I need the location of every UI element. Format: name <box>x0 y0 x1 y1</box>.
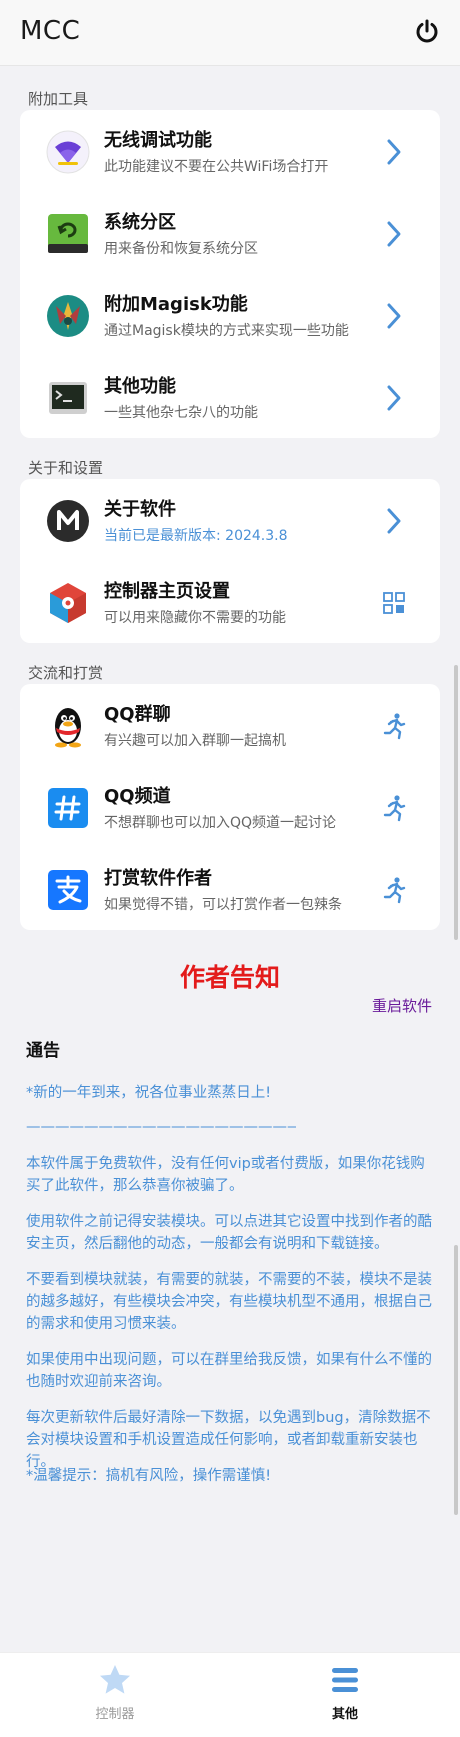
item-subtitle: 一些其他杂七杂八的功能 <box>104 405 258 421</box>
chevron-right-icon <box>387 221 401 247</box>
tab-other-label: 其他 <box>331 1707 358 1722</box>
list-item-system-partition[interactable]: 系统分区 用来备份和恢复系统分区 <box>20 192 440 274</box>
card-tools: 无线调试功能 此功能建议不要在公共WiFi场合打开 系统分区 用来备份和恢复系统… <box>20 110 440 438</box>
item-title: 其他功能 <box>104 376 176 397</box>
bottom-navigation: 控制器 其他 <box>0 1652 460 1737</box>
menu-icon <box>332 1668 358 1692</box>
notice-heading: 通告 <box>26 1041 60 1061</box>
notice-paragraph: 每次更新软件后最好清除一下数据，以免遇到bug，清除数据不会对模块设置和手机设置… <box>26 1410 431 1470</box>
star-icon <box>100 1665 130 1694</box>
notice-paragraph: 如果使用中出现问题，可以在群里给我反馈，如果有什么不懂的也随时欢迎前来咨询。 <box>26 1352 432 1390</box>
notice-paragraph: 不要看到模块就装，有需要的就装，不需要的不装，模块不是装的越多越好，有些模块会冲… <box>26 1272 432 1332</box>
item-title: 控制器主页设置 <box>104 581 230 602</box>
running-person-icon <box>383 713 406 740</box>
list-item-magisk[interactable]: 附加Magisk功能 通过Magisk模块的方式来实现一些功能 <box>20 274 440 356</box>
item-title: QQ频道 <box>104 786 171 807</box>
section-title-about: 关于和设置 <box>28 459 104 477</box>
item-title: 无线调试功能 <box>104 130 212 151</box>
tab-other[interactable]: 其他 <box>285 1663 405 1722</box>
card-community: QQ群聊 有兴趣可以加入群聊一起搞机 QQ频道 不想群聊也可以加入QQ频道一起讨… <box>20 684 440 930</box>
list-item-home-settings[interactable]: 控制器主页设置 可以用来隐藏你不需要的功能 <box>20 561 440 643</box>
item-subtitle: 如果觉得不错，可以打赏作者一包辣条 <box>104 897 342 913</box>
item-subtitle: 此功能建议不要在公共WiFi场合打开 <box>104 159 329 175</box>
app-title: MCC <box>20 16 81 46</box>
section-title-community: 交流和打赏 <box>28 664 104 682</box>
power-icon[interactable] <box>414 18 440 44</box>
top-app-bar: MCC <box>0 0 460 66</box>
list-item-donate[interactable]: 打赏软件作者 如果觉得不错，可以打赏作者一包辣条 <box>20 848 440 930</box>
notice-title: 作者告知 <box>179 963 280 992</box>
item-title: 附加Magisk功能 <box>104 294 248 315</box>
list-item-wireless-debug[interactable]: 无线调试功能 此功能建议不要在公共WiFi场合打开 <box>20 110 440 192</box>
card-about: 关于软件 当前已是最新版本: 2024.3.8 控制器主页设置 可以用来隐藏你不… <box>20 479 440 643</box>
item-subtitle: 有兴趣可以加入群聊一起搞机 <box>104 733 286 749</box>
item-title: QQ群聊 <box>104 704 171 725</box>
item-subtitle: 用来备份和恢复系统分区 <box>104 241 258 257</box>
qq-penguin-icon <box>55 708 81 748</box>
notice-divider: —————————————————————————— <box>26 1119 296 1135</box>
notice-paragraph: 使用软件之前记得安装模块。可以点进其它设置中找到作者的酷安主页，然后翻他的动态，… <box>26 1214 432 1252</box>
terminal-icon <box>49 382 87 414</box>
partition-icon <box>48 214 88 253</box>
chevron-right-icon <box>387 139 401 165</box>
list-item-other-features[interactable]: 其他功能 一些其他杂七杂八的功能 <box>20 356 440 438</box>
list-item-qq-channel[interactable]: QQ频道 不想群聊也可以加入QQ频道一起讨论 <box>20 766 440 848</box>
scrollbar-upper[interactable] <box>454 665 458 940</box>
chevron-right-icon <box>387 303 401 329</box>
section-title-tools: 附加工具 <box>28 90 89 108</box>
tab-controller-label: 控制器 <box>95 1707 135 1722</box>
tab-controller[interactable]: 控制器 <box>55 1663 175 1722</box>
running-person-icon <box>383 795 406 822</box>
item-title: 打赏软件作者 <box>104 868 212 889</box>
item-title: 关于软件 <box>104 499 176 520</box>
notice-paragraph: 本软件属于免费软件，没有任何vip或者付费版，如果你花钱购买了此软件，那么恭喜你… <box>26 1156 425 1194</box>
magisk-icon <box>47 295 89 337</box>
item-subtitle: 不想群聊也可以加入QQ频道一起讨论 <box>104 815 337 831</box>
item-subtitle: 通过Magisk模块的方式来实现一些功能 <box>104 323 349 339</box>
scrollbar-lower[interactable] <box>454 1245 458 1515</box>
item-title: 系统分区 <box>104 212 176 233</box>
notice-paragraph: *温馨提示：搞机有风险，操作需谨慎! <box>26 1468 272 1484</box>
settings-hexagon-icon <box>50 583 86 623</box>
app-logo-icon <box>47 500 89 542</box>
version-text: 当前已是最新版本: 2024.3.8 <box>104 528 288 544</box>
restart-button[interactable]: 重启软件 <box>372 995 432 1016</box>
running-person-icon <box>383 877 406 904</box>
alipay-icon <box>48 870 88 910</box>
chevron-right-icon <box>387 385 401 411</box>
wifi-icon <box>46 130 90 174</box>
notice-paragraph: *新的一年到来，祝各位事业蒸蒸日上! <box>26 1085 272 1101</box>
chevron-right-icon <box>387 508 401 534</box>
hashtag-icon <box>48 788 88 828</box>
grid-icon <box>383 592 405 614</box>
item-subtitle: 可以用来隐藏你不需要的功能 <box>104 610 286 626</box>
list-item-about-software[interactable]: 关于软件 当前已是最新版本: 2024.3.8 <box>20 479 440 561</box>
list-item-qq-group[interactable]: QQ群聊 有兴趣可以加入群聊一起搞机 <box>20 684 440 766</box>
